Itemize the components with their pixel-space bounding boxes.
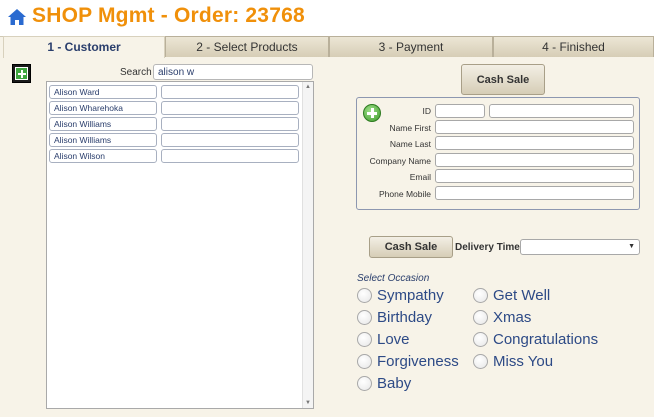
list-item[interactable]: Alison Williams	[49, 133, 301, 147]
customer-name[interactable]: Alison Williams	[49, 133, 157, 147]
search-input[interactable]	[153, 64, 313, 80]
company-name-label: Company Name	[369, 156, 431, 166]
radio-circle-icon[interactable]	[357, 332, 372, 347]
phone-mobile-field[interactable]	[435, 186, 634, 200]
tab-payment[interactable]: 3 - Payment	[329, 36, 493, 57]
customer-detail[interactable]	[161, 117, 299, 131]
customer-detail[interactable]	[161, 85, 299, 99]
id-label: ID	[422, 106, 432, 116]
chevron-down-icon: ▼	[628, 243, 635, 250]
name-first-field[interactable]	[435, 120, 634, 134]
customer-list[interactable]: Alison Ward Alison Wharehoka Alison Will…	[46, 81, 314, 409]
delivery-time-select[interactable]: ▼	[520, 239, 640, 255]
customer-detail[interactable]	[161, 149, 299, 163]
plus-icon	[15, 67, 28, 80]
delivery-time-label: Delivery Time	[455, 242, 520, 253]
company-name-field[interactable]	[435, 153, 634, 167]
tab-finished[interactable]: 4 - Finished	[493, 36, 654, 57]
tab-bar: 1 - Customer 2 - Select Products 3 - Pay…	[3, 36, 654, 58]
scroll-up-icon[interactable]: ▲	[303, 82, 313, 92]
customer-name[interactable]: Alison Ward	[49, 85, 157, 99]
list-item[interactable]: Alison Wilson	[49, 149, 301, 163]
customer-detail[interactable]	[161, 133, 299, 147]
id-extra-field[interactable]	[489, 104, 634, 118]
tab-customer[interactable]: 1 - Customer	[3, 36, 165, 58]
email-field[interactable]	[435, 169, 634, 183]
search-label: Search	[120, 67, 152, 78]
phone-mobile-label: Phone Mobile	[379, 189, 431, 199]
radio-circle-icon[interactable]	[357, 310, 372, 325]
page-title: SHOP Mgmt - Order: 23768	[32, 4, 305, 27]
name-last-label: Name Last	[389, 139, 431, 149]
customer-name[interactable]: Alison Williams	[49, 117, 157, 131]
name-last-field[interactable]	[435, 136, 634, 150]
list-item[interactable]: Alison Wharehoka	[49, 101, 301, 115]
radio-circle-icon[interactable]	[357, 376, 372, 391]
tab-select-products[interactable]: 2 - Select Products	[165, 36, 329, 57]
radio-circle-icon[interactable]	[357, 354, 372, 369]
name-first-label: Name First	[389, 123, 431, 133]
home-icon[interactable]	[7, 7, 27, 27]
select-occasion-title: Select Occasion	[357, 273, 430, 284]
customer-name[interactable]: Alison Wharehoka	[49, 101, 157, 115]
radio-circle-icon[interactable]	[473, 288, 488, 303]
radio-circle-icon[interactable]	[473, 310, 488, 325]
customer-name[interactable]: Alison Wilson	[49, 149, 157, 163]
list-item[interactable]: Alison Ward	[49, 85, 301, 99]
radio-circle-icon[interactable]	[473, 354, 488, 369]
list-scrollbar[interactable]: ▲ ▼	[302, 82, 313, 408]
email-label: Email	[409, 172, 431, 182]
id-field[interactable]	[435, 104, 485, 118]
list-item[interactable]: Alison Williams	[49, 117, 301, 131]
cash-sale-button-top[interactable]: Cash Sale	[461, 64, 545, 95]
add-customer-button[interactable]	[12, 64, 31, 83]
app-header: SHOP Mgmt - Order: 23768	[0, 0, 654, 36]
customer-detail[interactable]	[161, 101, 299, 115]
cash-sale-button[interactable]: Cash Sale	[369, 236, 453, 258]
radio-circle-icon[interactable]	[357, 288, 372, 303]
scroll-down-icon[interactable]: ▼	[303, 398, 313, 408]
radio-circle-icon[interactable]	[473, 332, 488, 347]
